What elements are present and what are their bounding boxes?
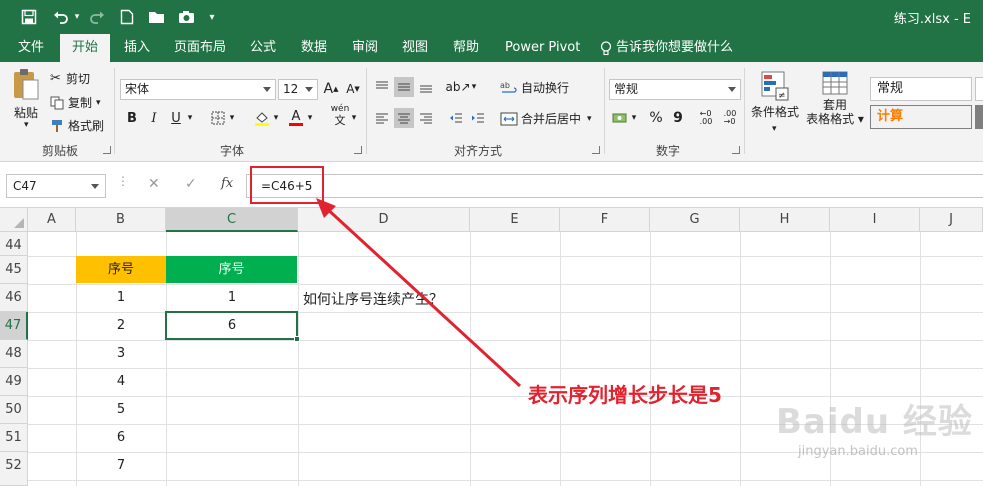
baidu-logo: Baidu 经验 — [776, 402, 973, 442]
baidu-watermark: Baidu 经验 jingyan.baidu.com — [776, 394, 981, 484]
annotation-text: 表示序列增长步长是5 — [528, 383, 722, 407]
watermark-url: jingyan.baidu.com — [798, 444, 918, 459]
